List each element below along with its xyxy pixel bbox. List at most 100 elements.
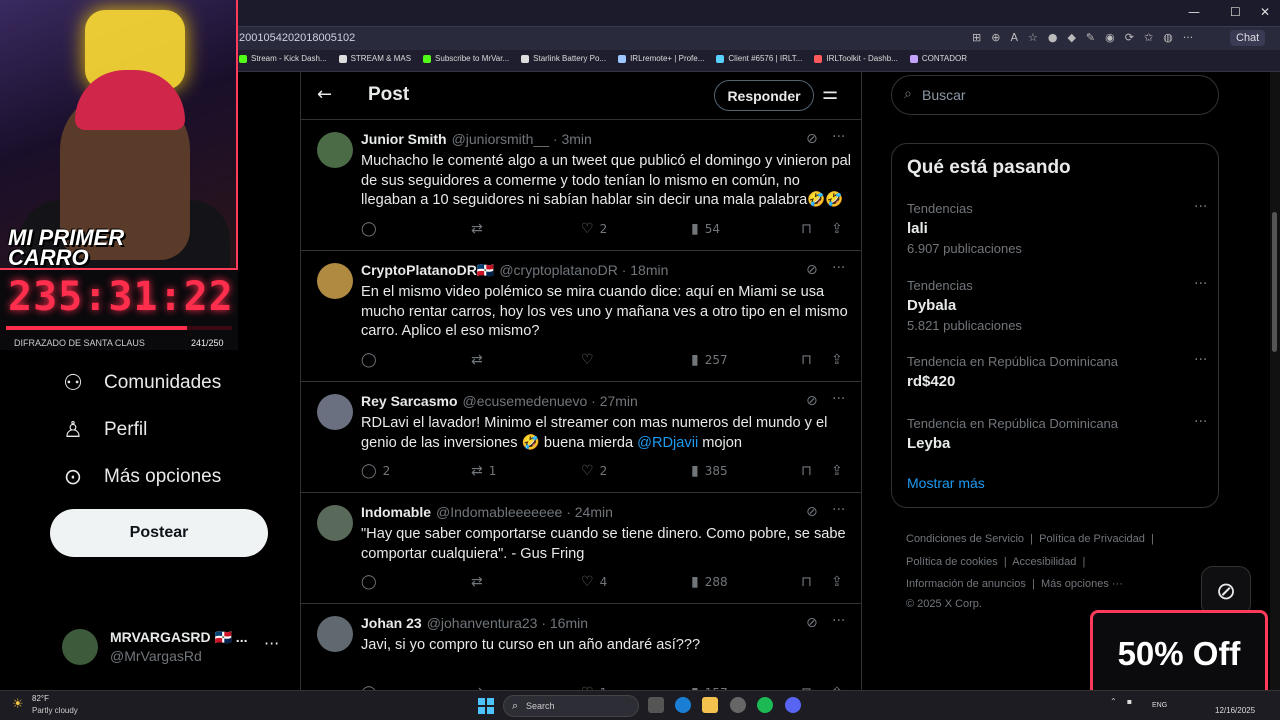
account-switcher[interactable]: MRVARGASRD 🇩🇴 ... @MrVargasRd ··· [60,626,290,670]
chevron-up-icon[interactable]: ⌃ [1110,697,1117,706]
tweet-author-name[interactable]: Johan 23 [361,615,422,631]
tweet-author-name[interactable]: CryptoPlatanoDR🇩🇴 [361,262,494,278]
more-icon[interactable]: ··· [1194,414,1207,430]
extension-icon[interactable]: ● [1048,31,1058,44]
grok-icon[interactable]: ⊘ [806,393,818,409]
bookmark-item[interactable]: IRLremote+ | Profe... [618,54,704,63]
spotify-icon[interactable] [757,697,773,713]
grok-icon[interactable]: ⊘ [806,615,818,631]
trend-item[interactable]: Tendencia en República Dominicana rd$420 ·… [907,352,1207,390]
avatar[interactable] [317,132,353,168]
footer-link[interactable]: Más opciones ··· [1041,578,1123,590]
grok-icon[interactable]: ⊘ [806,504,818,520]
footer-link[interactable]: Información de anuncios [906,578,1026,590]
reply-action[interactable]: ◯ [361,574,383,590]
tweet-handle-time[interactable]: @johanventura23 · 16min [427,615,588,631]
more-icon[interactable]: ··· [832,502,845,518]
reply-action[interactable]: ◯ [361,221,383,237]
share-action[interactable]: ⇪ [831,352,843,368]
repost-action[interactable]: ⇄ [471,574,489,590]
avatar[interactable] [317,263,353,299]
bookmark-item[interactable]: IRLToolkit - Dashb... [814,54,898,63]
back-arrow-icon[interactable]: ← [317,84,332,105]
views-action[interactable]: ▮ 257 [691,352,728,368]
apps-icon[interactable]: ⊞ [972,31,981,44]
tweet-handle-time[interactable]: @juniorsmith__ · 3min [452,131,592,147]
share-action[interactable]: ⇪ [831,221,843,237]
minimize-icon[interactable]: — [1188,5,1200,19]
weather-temp[interactable]: 82°F [32,694,49,703]
scrollbar[interactable] [1270,72,1280,690]
tweet-handle-time[interactable]: @cryptoplatanoDR · 18min [499,262,668,278]
tweet-handle-time[interactable]: @ecusemedenuevo · 27min [463,393,638,409]
copilot-button[interactable]: Chat [1230,30,1266,46]
grok-icon[interactable]: ⊘ [806,131,818,147]
more-icon[interactable]: ··· [264,634,279,653]
reply-tweet[interactable]: Indomable @Indomableeeeeee · 24min ⊘ ··· "Ha… [301,493,861,604]
tweet-author-name[interactable]: Junior Smith [361,131,447,147]
grok-icon[interactable]: ⊘ [806,262,818,278]
favorite-star-icon[interactable]: ☆ [1028,31,1038,44]
search-box[interactable]: ⌕ [891,75,1219,115]
favorites-icon[interactable]: ✩ [1144,31,1153,44]
show-more-link[interactable]: Mostrar más [907,475,985,491]
more-icon[interactable]: ··· [1194,352,1207,368]
extension-icon[interactable]: ✎ [1086,31,1095,44]
avatar[interactable] [317,505,353,541]
scrollbar-thumb[interactable] [1272,212,1277,352]
avatar[interactable] [317,616,353,652]
discord-icon[interactable] [785,697,801,713]
reply-tweet[interactable]: CryptoPlatanoDR🇩🇴 @cryptoplatanoDR · 18mi… [301,251,861,382]
taskbar-search[interactable]: ⌕ Search [503,695,639,717]
footer-link[interactable]: Accesibilidad [1012,556,1076,568]
clock-date[interactable]: 12/16/2025 [1215,706,1255,715]
views-action[interactable]: ▮ 54 [691,221,720,237]
reply-tweet[interactable]: Junior Smith @juniorsmith__ · 3min ⊘ ··· Muc… [301,120,861,251]
footer-link[interactable]: Política de cookies [906,556,998,568]
more-icon[interactable]: ··· [1194,199,1207,215]
weather-sun-icon[interactable]: ☀ [12,697,24,712]
read-aloud-icon[interactable]: A [1010,31,1018,44]
filter-sliders-icon[interactable]: ⚌ [822,83,838,104]
profile-avatar-icon[interactable]: ◍ [1163,31,1173,44]
repost-action[interactable]: ⇄ [471,221,489,237]
views-action[interactable]: ▮ 385 [691,463,728,479]
url-text[interactable]: 2001054202018005102 [239,32,355,44]
tweet-author-name[interactable]: Indomable [361,504,431,520]
bookmark-action[interactable]: ⊓ [801,463,812,479]
app-icon[interactable] [730,697,746,713]
nav-profile[interactable]: ♙ Perfil [60,417,147,443]
extension-icon[interactable]: ◆ [1067,31,1075,44]
grok-icon[interactable]: ⊘ [1201,566,1251,616]
like-action[interactable]: ♡ 4 [581,574,607,590]
language-indicator[interactable]: ENG [1152,702,1167,709]
share-action[interactable]: ⇪ [831,574,843,590]
zoom-icon[interactable]: ⊕ [991,31,1000,44]
bookmark-action[interactable]: ⊓ [801,574,812,590]
refresh-icon[interactable]: ⟳ [1125,31,1134,44]
maximize-icon[interactable]: ☐ [1230,5,1241,19]
bookmark-action[interactable]: ⊓ [801,352,812,368]
more-icon[interactable]: ··· [832,260,845,276]
settings-more-icon[interactable]: ··· [1183,31,1194,44]
reply-tweet[interactable]: Rey Sarcasmo @ecusemedenuevo · 27min ⊘ ··· R… [301,382,861,493]
footer-link[interactable]: Política de Privacidad [1039,533,1145,545]
more-icon[interactable]: ··· [832,391,845,407]
reply-tweet[interactable]: Johan 23 @johanventura23 · 16min ⊘ ··· Javi,… [301,604,861,690]
weather-desc[interactable]: Partly cloudy [32,706,78,715]
reply-button[interactable]: Responder [714,80,814,111]
bookmark-action[interactable]: ⊓ [801,221,812,237]
search-input[interactable] [922,85,1202,105]
repost-action[interactable]: ⇄ [471,352,489,368]
views-action[interactable]: ▮ 288 [691,574,728,590]
bookmark-item[interactable]: Subscribe to MrVar... [423,54,509,63]
trend-item[interactable]: Tendencias Dybala 5.821 publicaciones ··· [907,276,1207,333]
bookmark-item[interactable]: CONTADOR [909,54,967,63]
avatar[interactable] [317,394,353,430]
tweet-handle-time[interactable]: @Indomableeeeeee · 24min [436,504,613,520]
reply-action[interactable]: ◯ 2 [361,463,390,479]
nav-communities[interactable]: ⚇ Comunidades [60,370,221,396]
nav-more-options[interactable]: ⊙ Más opciones [60,464,221,490]
repost-action[interactable]: ⇄ 1 [471,463,496,479]
tray-app-icon[interactable]: ▪ [1127,697,1132,706]
